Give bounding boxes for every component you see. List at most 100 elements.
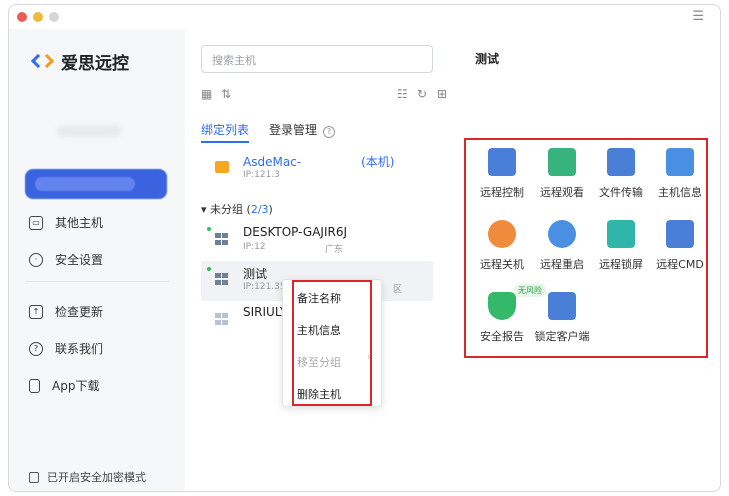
online-status-dot <box>207 267 211 271</box>
action-label: 远程锁屏 <box>599 258 643 271</box>
sidebar-item-check-update[interactable]: ↑ 检查更新 <box>29 303 103 320</box>
windows-icon <box>215 273 229 285</box>
menu-item-rename[interactable]: 备注名称 <box>297 290 341 306</box>
sidebar-item-security[interactable]: · 安全设置 <box>29 251 103 268</box>
logo-icon <box>30 52 55 72</box>
security-mode-label: 已开启安全加密模式 <box>47 471 146 484</box>
tab-bound-list[interactable]: 绑定列表 <box>201 121 250 143</box>
tab-label: 登录管理 <box>269 123 318 137</box>
host-ip: IP:121.3 <box>243 170 280 180</box>
hamburger-icon[interactable]: ☰ <box>692 9 704 24</box>
context-menu: 备注名称 主机信息 移至分组 › 删除主机 <box>282 279 382 407</box>
online-status-dot <box>207 227 211 231</box>
sidebar-item-contact[interactable]: ? 联系我们 <box>29 340 103 357</box>
host-name-text: AsdeMac- <box>243 155 302 169</box>
action-label: 远程关机 <box>480 258 524 271</box>
local-host-row[interactable]: AsdeMac- (本机) IP:121.3 <box>201 153 433 185</box>
action-label: 主机信息 <box>658 186 702 199</box>
list-tabs: 绑定列表 登录管理? <box>201 121 355 143</box>
host-location: 广东 <box>325 245 344 255</box>
local-tag: (本机) <box>361 155 395 169</box>
action-label: 锁定客户端 <box>534 330 590 343</box>
file-transfer-icon <box>607 148 635 176</box>
terminal-icon <box>666 220 694 248</box>
shield-icon: · <box>29 252 43 267</box>
menu-item-move-group[interactable]: 移至分组 <box>297 354 341 370</box>
group-header[interactable]: ▾ 未分组 (2/3) <box>201 201 273 217</box>
sidebar-item-other-hosts[interactable]: ▭ 其他主机 <box>29 214 103 231</box>
minimize-window-button[interactable] <box>33 12 43 22</box>
action-label: 安全报告 <box>480 330 524 343</box>
info-panel-icon <box>666 148 694 176</box>
tab-login-management[interactable]: 登录管理? <box>269 121 336 138</box>
sidebar-item-app-download[interactable]: App下载 <box>29 377 99 394</box>
action-remote-view[interactable]: 远程观看 <box>532 148 592 200</box>
sidebar-item-label: App下载 <box>52 379 100 393</box>
host-name: 测试 <box>243 267 268 281</box>
monitor-icon <box>488 148 516 176</box>
eye-icon <box>548 148 576 176</box>
sidebar: 爱思远控 ▭ 其他主机 · 安全设置 ↑ 检查更新 ? 联系我们 App下载 已… <box>9 29 185 491</box>
help-icon[interactable]: ? <box>323 126 336 138</box>
action-remote-restart[interactable]: 远程重启 <box>532 220 592 272</box>
user-name-blurred <box>57 125 121 137</box>
host-ip: IP:12 <box>243 242 266 252</box>
sidebar-divider <box>25 281 169 282</box>
refresh-icon[interactable]: ↻ <box>417 87 427 101</box>
shield-check-icon: 无风险 <box>488 284 546 320</box>
menu-item-host-info[interactable]: 主机信息 <box>297 322 341 338</box>
sidebar-item-label: 检查更新 <box>55 305 104 319</box>
host-name: DESKTOP-GAJIR6J <box>243 225 347 239</box>
title-bar: ☰ <box>9 5 720 29</box>
security-mode-status: 已开启安全加密模式 <box>29 469 146 485</box>
lock-screen-icon <box>607 220 635 248</box>
action-file-transfer[interactable]: 文件传输 <box>591 148 651 200</box>
sort-icon[interactable]: ⇅ <box>221 87 231 101</box>
grid-view-icon[interactable]: ▦ <box>201 87 212 101</box>
app-name: 爱思远控 <box>61 54 129 74</box>
action-lock-client[interactable]: 锁定客户端 <box>532 292 592 344</box>
restart-icon <box>548 220 576 248</box>
action-remote-control[interactable]: 远程控制 <box>472 148 532 200</box>
menu-item-delete-host[interactable]: 删除主机 <box>297 386 341 402</box>
add-host-icon[interactable]: ⊞ <box>437 87 447 101</box>
lock-client-icon <box>548 292 576 320</box>
windows-icon <box>215 233 229 245</box>
action-security-report[interactable]: 无风险 安全报告 <box>472 284 546 344</box>
action-label: 远程重启 <box>540 258 584 271</box>
app-logo: 爱思远控 <box>30 49 129 74</box>
host-list-panel: 搜索主机 ▦ ⇅ ☷ ↻ ⊞ 绑定列表 登录管理? AsdeMac- (本机) I… <box>185 29 457 491</box>
mac-icon <box>215 161 229 173</box>
sidebar-item-active[interactable] <box>25 169 167 199</box>
power-icon <box>488 220 516 248</box>
close-window-button[interactable] <box>17 12 27 22</box>
action-remote-lock[interactable]: 远程锁屏 <box>591 220 651 272</box>
action-remote-cmd[interactable]: 远程CMD <box>650 220 710 272</box>
lock-icon <box>29 471 39 483</box>
list-view-icon[interactable]: ☷ <box>397 87 408 101</box>
sidebar-item-label: 联系我们 <box>55 342 104 356</box>
action-label: 远程CMD <box>656 258 704 271</box>
action-label: 远程控制 <box>480 186 524 199</box>
detail-title: 测试 <box>475 52 500 66</box>
sidebar-item-label: 其他主机 <box>55 216 104 230</box>
action-host-info[interactable]: 主机信息 <box>650 148 710 200</box>
windows-icon <box>215 313 229 325</box>
phone-icon <box>29 378 40 393</box>
zoom-window-button[interactable] <box>49 12 59 22</box>
host-name: AsdeMac- (本机) <box>243 153 394 170</box>
host-name: SIRIULY <box>243 305 288 319</box>
chevron-right-icon: › <box>367 352 371 363</box>
sidebar-item-label: 安全设置 <box>55 253 104 267</box>
search-input[interactable]: 搜索主机 <box>201 45 433 73</box>
help-icon: ? <box>29 341 43 356</box>
group-name: 未分组 <box>210 203 244 216</box>
action-remote-shutdown[interactable]: 远程关机 <box>472 220 532 272</box>
group-count: 2/3 <box>250 203 269 216</box>
upload-icon: ↑ <box>29 304 43 319</box>
action-label: 远程观看 <box>540 186 584 199</box>
host-row[interactable]: DESKTOP-GAJIR6J IP:12 广东 <box>201 225 433 259</box>
host-location: 区 <box>393 285 403 295</box>
computer-icon: ▭ <box>29 215 43 230</box>
action-label: 文件传输 <box>599 186 643 199</box>
